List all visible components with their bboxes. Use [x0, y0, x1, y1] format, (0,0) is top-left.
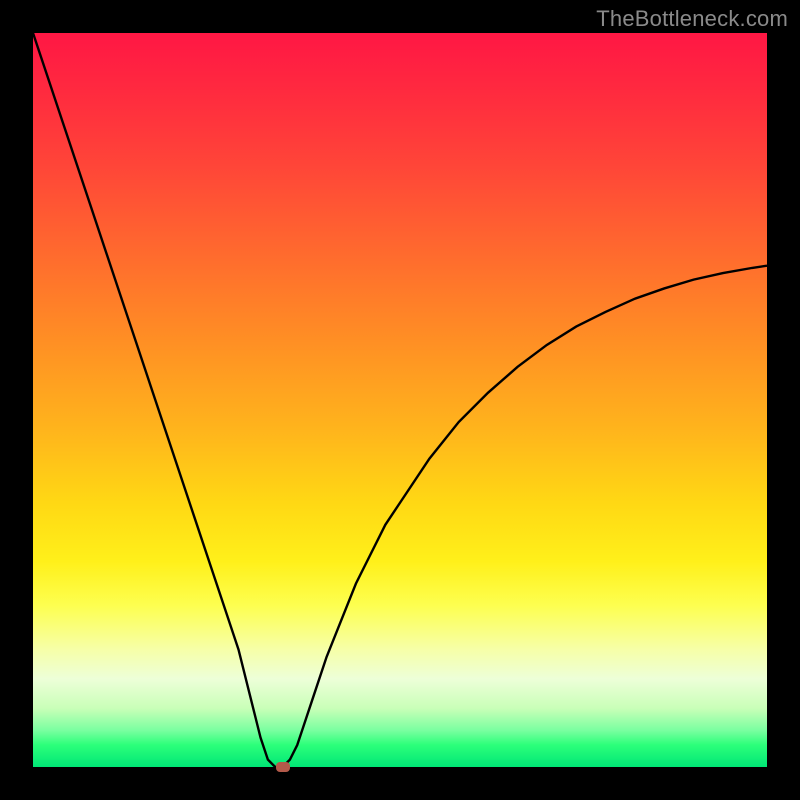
- optimal-point-marker: [276, 762, 290, 772]
- chart-plot-area: [33, 33, 767, 767]
- chart-frame: TheBottleneck.com: [0, 0, 800, 800]
- watermark-text: TheBottleneck.com: [596, 6, 788, 32]
